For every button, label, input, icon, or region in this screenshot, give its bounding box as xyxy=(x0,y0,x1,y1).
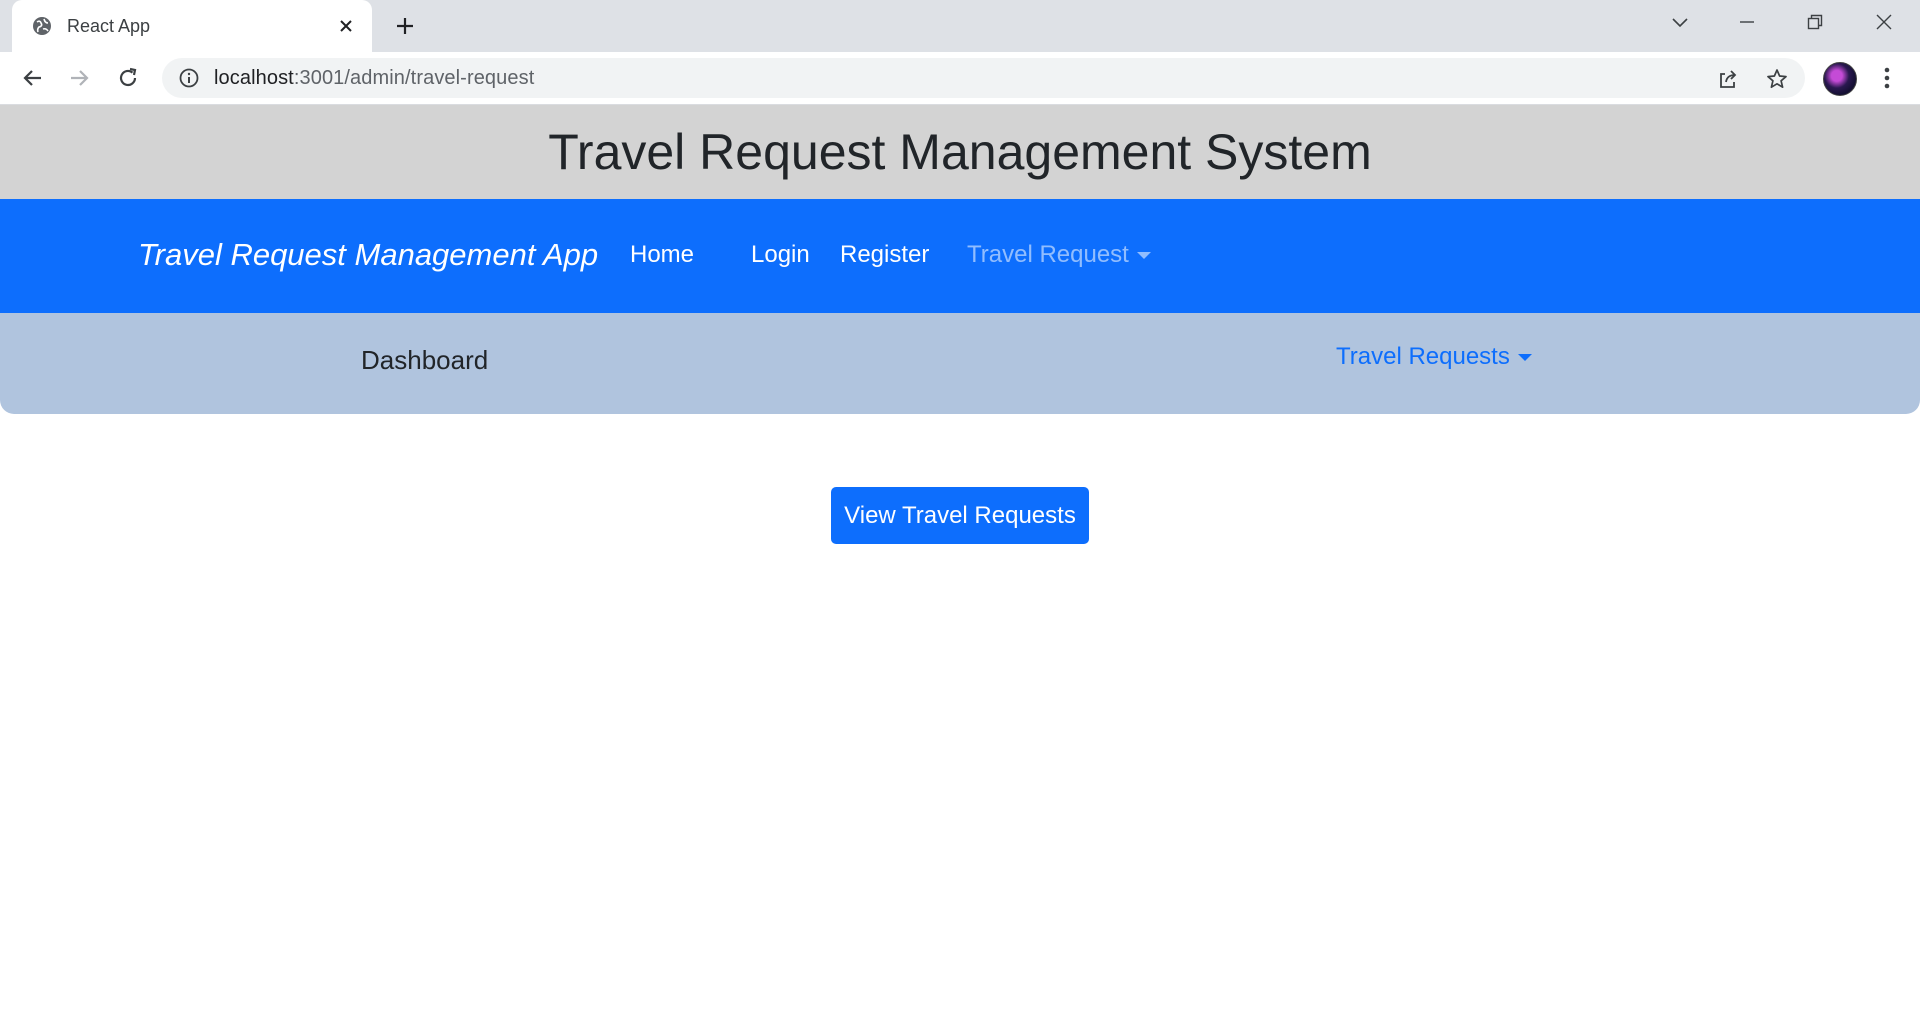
chevron-down-icon[interactable] xyxy=(1660,6,1700,38)
tab-title: React App xyxy=(67,15,151,36)
caret-down-icon xyxy=(1517,353,1532,361)
back-arrow-icon[interactable] xyxy=(18,64,46,92)
caret-down-icon xyxy=(1136,251,1151,259)
nav-dropdown-label: Travel Request xyxy=(967,241,1129,268)
main-navbar: Travel Request Management App Home Login… xyxy=(0,199,1920,313)
main-content: View Travel Requests xyxy=(0,414,1920,997)
window-close-icon[interactable] xyxy=(1864,6,1904,38)
url-text: localhost:3001/admin/travel-request xyxy=(214,67,534,90)
restore-icon[interactable] xyxy=(1795,6,1835,38)
minimize-icon[interactable] xyxy=(1727,6,1767,38)
share-icon[interactable] xyxy=(1715,66,1741,92)
avatar[interactable] xyxy=(1823,62,1857,96)
page-header: Travel Request Management System xyxy=(0,105,1920,199)
navbar-brand[interactable]: Travel Request Management App xyxy=(138,237,598,273)
browser-tab[interactable]: React App xyxy=(12,0,372,52)
star-icon[interactable] xyxy=(1764,66,1790,92)
forward-arrow-icon[interactable] xyxy=(66,64,94,92)
close-icon[interactable] xyxy=(334,14,358,38)
page-title: Travel Request Management System xyxy=(548,124,1372,180)
view-travel-requests-button[interactable]: View Travel Requests xyxy=(831,487,1089,544)
plus-icon[interactable] xyxy=(392,13,418,39)
browser-tabstrip: React App xyxy=(0,0,1920,52)
globe-icon xyxy=(31,15,53,37)
nav-dropdown-travel-request[interactable]: Travel Request xyxy=(967,241,1151,269)
travel-requests-dropdown[interactable]: Travel Requests xyxy=(1336,343,1532,371)
url-host: localhost xyxy=(214,66,294,89)
nav-link-home[interactable]: Home xyxy=(630,241,694,269)
dashboard-link[interactable]: Dashboard xyxy=(361,345,488,376)
browser-toolbar: localhost:3001/admin/travel-request xyxy=(0,52,1920,105)
address-bar[interactable]: localhost:3001/admin/travel-request xyxy=(162,58,1805,98)
nav-link-register[interactable]: Register xyxy=(840,241,929,269)
nav-link-login[interactable]: Login xyxy=(751,241,810,269)
travel-requests-label: Travel Requests xyxy=(1336,343,1510,370)
sub-navbar: Dashboard Travel Requests xyxy=(0,313,1920,414)
kebab-menu-icon[interactable] xyxy=(1874,64,1900,92)
reload-icon[interactable] xyxy=(114,64,142,92)
url-path: :3001/admin/travel-request xyxy=(293,66,535,89)
info-icon[interactable] xyxy=(178,67,200,89)
